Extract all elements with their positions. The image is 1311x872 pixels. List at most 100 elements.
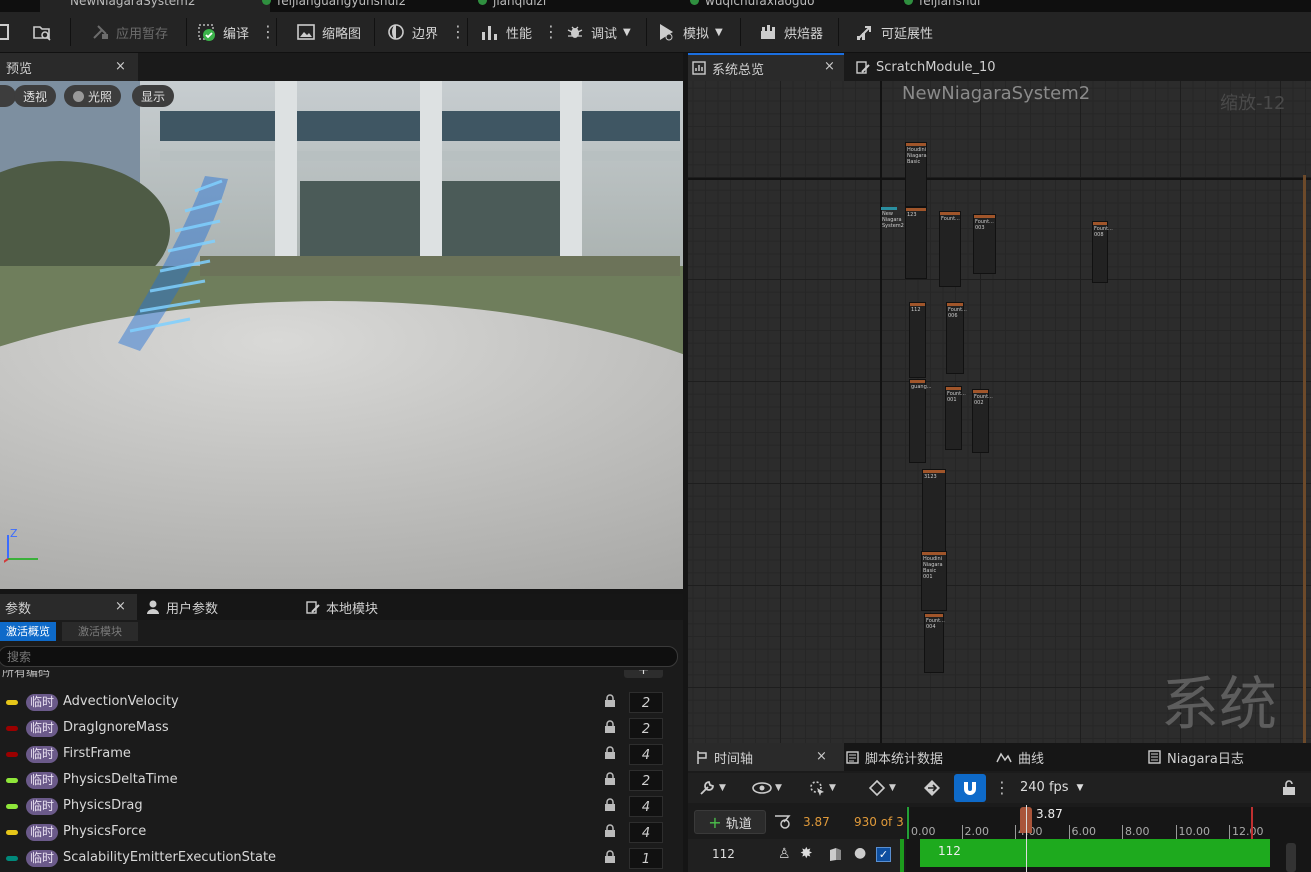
tab-user-params[interactable]: 用户参数 — [146, 594, 218, 620]
type-color-swatch — [6, 804, 18, 809]
bounds-button[interactable]: 边界 — [386, 12, 438, 52]
emitter-node[interactable]: Fount... — [939, 211, 961, 287]
cursor-gear-icon — [810, 781, 824, 796]
emitter-node[interactable]: Fount... 008 — [1092, 221, 1113, 283]
mesh-icon[interactable] — [828, 847, 842, 861]
track-enable-checkbox[interactable]: ✓ — [876, 847, 891, 862]
save-icon-button[interactable] — [0, 12, 14, 52]
param-row[interactable]: 临时 PhysicsDrag 4 — [0, 794, 683, 820]
lock-icon-button[interactable] — [1282, 780, 1296, 800]
param-name[interactable]: PhysicsDeltaTime — [63, 772, 178, 787]
param-name[interactable]: PhysicsForce — [63, 824, 146, 839]
search-input[interactable] — [0, 646, 678, 667]
param-row[interactable]: 临时 DragIgnoreMass 2 — [0, 716, 683, 742]
scalability-button[interactable]: 可延展性 — [855, 12, 933, 52]
doc-tab-feijianshui[interactable]: feijianshui — [904, 0, 1104, 12]
range-start-marker[interactable] — [907, 807, 909, 841]
param-row[interactable]: 临时 AdvectionVelocity 2 — [0, 690, 683, 716]
active-modules-toggle[interactable]: 激活模块 — [62, 622, 138, 641]
param-row[interactable]: 临时 FirstFrame 4 — [0, 742, 683, 768]
snap-options-kebab[interactable]: ⋮ — [994, 778, 1010, 798]
close-icon[interactable]: × — [115, 59, 126, 74]
bounds-options-kebab[interactable]: ⋮ — [450, 22, 466, 42]
emitter-node[interactable]: New Niagara System2 — [881, 207, 906, 237]
param-row[interactable]: 临时 ScalabilityEmitterExecutionState 1 — [0, 846, 683, 872]
doc-tab-wuqichufaxiaoguo[interactable]: wuqichufaxiaoguo — [690, 0, 890, 12]
param-row[interactable]: 临时 PhysicsDeltaTime 2 — [0, 768, 683, 794]
tab-system-overview-label: 系统总览 — [712, 62, 765, 78]
tab-local-modules[interactable]: 本地模块 — [306, 594, 378, 620]
performance-button[interactable]: 性能 — [480, 12, 532, 52]
simulate-dropdown[interactable]: 模拟 ▼ — [657, 12, 723, 52]
select-dropdown[interactable]: ▼ — [808, 779, 836, 797]
close-icon[interactable]: × — [115, 599, 126, 614]
baker-button[interactable]: 烘焙器 — [758, 12, 823, 52]
fps-dropdown[interactable]: 240 fps ▼ — [1020, 780, 1083, 795]
performance-options-kebab[interactable]: ⋮ — [543, 22, 559, 42]
emitter-node[interactable]: 112 — [909, 302, 926, 378]
compile-options-kebab[interactable]: ⋮ — [260, 22, 276, 42]
preview-viewport[interactable]: 透视 光照 显示 Z — [0, 81, 683, 589]
emitter-node[interactable]: Houdini Niagara Basic — [905, 142, 927, 207]
time-ruler[interactable]: 0.002.004.006.008.0010.0012.00 3.87 — [906, 807, 1311, 841]
param-name[interactable]: PhysicsDrag — [63, 798, 143, 813]
axis-gizmo: Z — [1, 527, 44, 567]
graph-scrollbar[interactable] — [1303, 175, 1306, 743]
main-toolbar: 应用暂存 编译 ⋮ 缩略图 边界 ⋮ 性能 ⋮ 调试 ▼ 模拟 ▼ 烘焙器 可延… — [0, 12, 1311, 53]
emitter-node[interactable]: 123 — [905, 207, 927, 279]
close-icon[interactable]: × — [824, 59, 835, 74]
wrench-dropdown[interactable]: ▼ — [698, 779, 726, 797]
debug-dropdown[interactable]: 调试 ▼ — [565, 12, 631, 52]
show-button[interactable]: 显示 — [132, 85, 175, 107]
system-overview-graph[interactable]: NewNiagaraSystem2 缩放-12 系统 Houdini Niaga… — [688, 81, 1311, 743]
thumbnail-button[interactable]: 缩略图 — [296, 12, 361, 52]
add-parameter-button[interactable]: + — [624, 670, 663, 678]
tab-curves[interactable]: 曲线 — [996, 743, 1044, 771]
param-name[interactable]: FirstFrame — [63, 746, 131, 761]
emitter-clip[interactable]: 112 — [920, 839, 1270, 867]
emitter-node[interactable]: guang... — [909, 379, 932, 463]
burst-icon[interactable]: ✸ — [800, 844, 813, 862]
track-lane[interactable]: 112 — [906, 805, 1311, 872]
tab-script-stats[interactable]: 脚本统计数据 — [846, 743, 943, 771]
doc-tab-newniagarasystem2[interactable]: NewNiagaraSystem2 — [40, 0, 270, 12]
auto-key-button[interactable] — [922, 779, 942, 801]
current-time[interactable]: 3.87 — [803, 815, 830, 829]
track-row[interactable]: 112 ♙ ✸ ● ✓ — [688, 839, 904, 872]
snap-toggle[interactable] — [954, 774, 986, 802]
doc-tab-label: feijianshui — [919, 0, 981, 8]
emitter-node[interactable]: Fount... 002 — [972, 389, 993, 453]
apply-staged-button[interactable]: 应用暂存 — [90, 12, 168, 52]
emitter-node[interactable]: Houdini Niagara Basic 001 — [921, 551, 947, 611]
emitter-node-label: Fount... 003 — [975, 219, 994, 231]
compile-button[interactable]: 编译 — [197, 12, 249, 52]
light-bulb-icon[interactable]: ● — [854, 845, 866, 861]
keyframe-dropdown[interactable]: ▼ — [868, 779, 896, 797]
tab-scratch-module[interactable]: ScratchModule_10 — [856, 53, 996, 81]
close-icon[interactable]: × — [816, 749, 827, 764]
param-name[interactable]: AdvectionVelocity — [63, 694, 179, 709]
filter-search-button[interactable] — [774, 814, 792, 834]
emitter-node[interactable]: Fount... 003 — [973, 214, 996, 274]
param-name[interactable]: ScalabilityEmitterExecutionState — [63, 850, 276, 865]
emitter-pin-icon[interactable]: ♙ — [778, 846, 791, 862]
param-name[interactable]: DragIgnoreMass — [63, 720, 169, 735]
view-dropdown[interactable]: ▼ — [752, 779, 782, 797]
param-row[interactable]: 临时 PhysicsForce 4 — [0, 820, 683, 846]
doc-tab-feijianguangyunshui2[interactable]: feijianguangyunshui2 — [262, 0, 462, 12]
doc-tab-jianqidizi[interactable]: jianqidizi — [478, 0, 678, 12]
chevron-down-icon: ▼ — [715, 26, 723, 38]
add-track-button[interactable]: + 轨道 — [694, 810, 766, 834]
tab-niagara-log[interactable]: Niagara日志 — [1148, 743, 1244, 771]
browse-asset-button[interactable] — [32, 12, 52, 52]
tab-system-overview[interactable]: 系统总览 — [688, 53, 844, 81]
perspective-button[interactable]: 透视 — [14, 85, 57, 107]
active-overview-toggle[interactable]: 激活概览 — [0, 622, 56, 641]
timeline-scrollbar[interactable] — [1286, 843, 1296, 872]
range-end-marker[interactable] — [1251, 807, 1253, 841]
emitter-node[interactable]: Fount... 001 — [945, 386, 966, 450]
emitter-node[interactable]: Fount... 006 — [946, 302, 967, 374]
emitter-node[interactable]: 3123 — [922, 469, 946, 553]
emitter-node[interactable]: Fount... 004 — [924, 613, 945, 673]
lighting-button[interactable]: 光照 — [64, 85, 122, 107]
